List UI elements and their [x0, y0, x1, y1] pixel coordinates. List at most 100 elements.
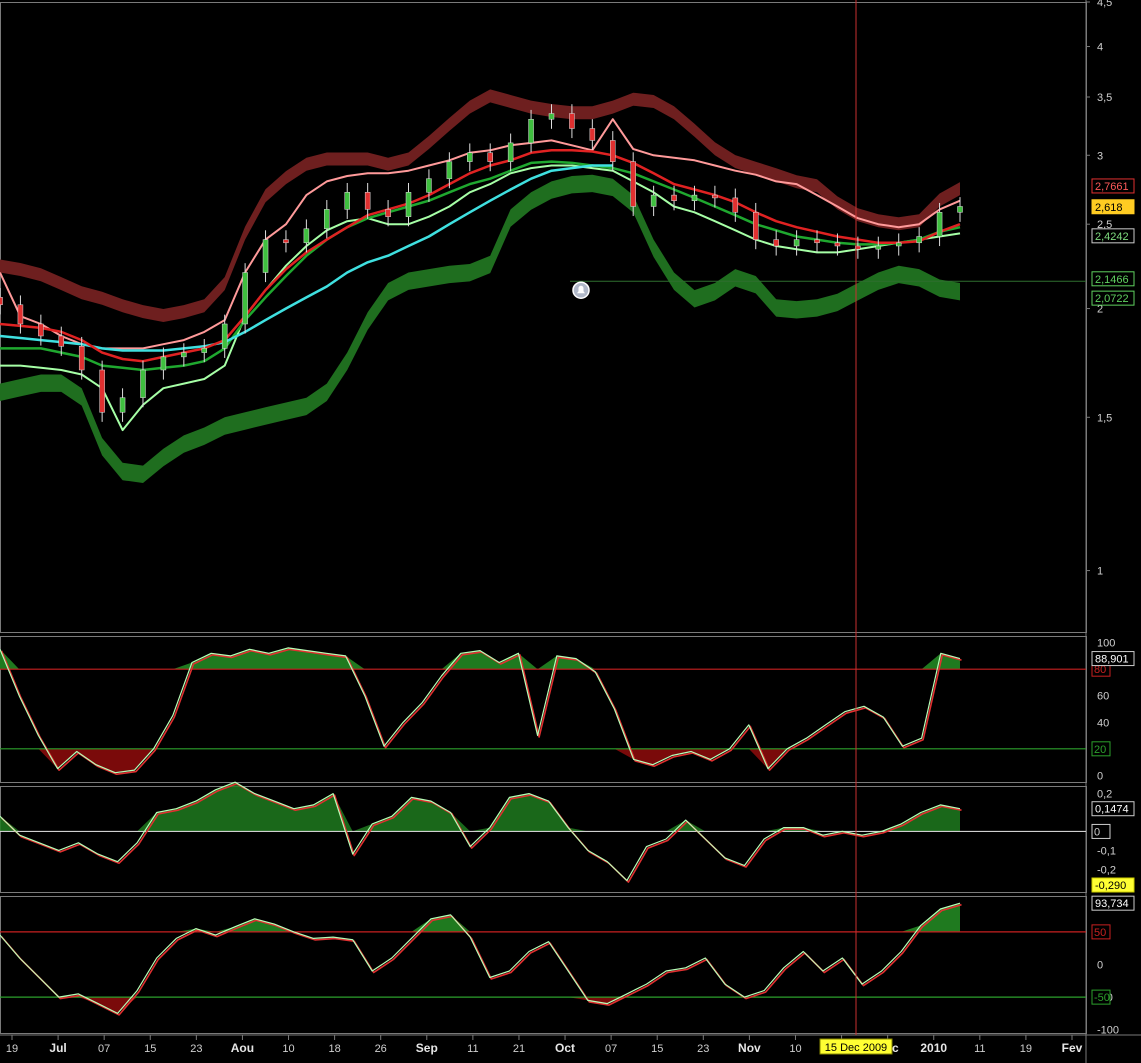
price-label-text: 2,0722	[1095, 293, 1129, 305]
candle-body	[242, 272, 248, 325]
time-tick-label: 15	[144, 1043, 156, 1055]
time-tick-label: 26	[375, 1043, 387, 1055]
candle-body	[691, 194, 698, 201]
candle-body	[957, 206, 963, 213]
price-tick-label: 4	[1097, 42, 1103, 54]
price-label-text: 2,1466	[1095, 274, 1129, 286]
time-tick-label: 19	[1020, 1043, 1032, 1055]
low-value-text: -0,290	[1095, 880, 1126, 892]
candle-body	[916, 236, 922, 244]
trading-chart[interactable]: 4,543,532,521,5110060400802088,9010,20-0…	[0, 0, 1141, 1063]
candle-body	[936, 212, 943, 237]
time-tick-label: 23	[190, 1043, 202, 1055]
price-label-text: 2,7661	[1095, 181, 1129, 193]
candle-body	[793, 239, 800, 247]
osc-tick-label: 0	[1097, 960, 1103, 972]
osc-tick-label: 60	[1097, 691, 1109, 703]
candle-body	[446, 161, 453, 179]
time-tick-label: Fev	[1062, 1041, 1083, 1055]
alert-bell-icon[interactable]	[572, 281, 590, 299]
candle-body	[752, 212, 759, 240]
osc-tick-label: -0,1	[1097, 845, 1116, 857]
level-badge-text: 50	[1094, 927, 1106, 939]
candle-body	[344, 192, 350, 210]
candle-body	[99, 369, 105, 413]
time-tick-label: 10	[282, 1043, 294, 1055]
osc-tick-label: -100	[1097, 1025, 1119, 1037]
osc-tick-label: 0	[1097, 770, 1103, 782]
candle-body	[38, 323, 44, 337]
osc-tick-label: 100	[1097, 638, 1115, 650]
candle-body	[201, 348, 208, 353]
candle-body	[814, 239, 820, 244]
time-tick-label: 15	[651, 1043, 663, 1055]
candle-body	[17, 304, 24, 325]
price-tick-label: 1	[1097, 566, 1103, 578]
candle-body	[58, 335, 65, 347]
osc-tick-label: 40	[1097, 717, 1109, 729]
candle-body	[569, 113, 575, 129]
price-label-text: 2,4242	[1095, 231, 1129, 243]
candle-body	[78, 346, 85, 371]
level-badge-text: 0	[1094, 826, 1100, 838]
price-tick-label: 3	[1097, 150, 1103, 162]
candle-body	[875, 245, 882, 250]
price-label-text: 2,618	[1095, 202, 1123, 214]
osc-tick-label: -0,2	[1097, 864, 1116, 876]
chart-background	[0, 0, 1141, 1063]
candle-body	[426, 178, 432, 193]
price-tick-label: 4,5	[1097, 0, 1112, 9]
current-value-text: 88,901	[1095, 654, 1129, 666]
candle-body	[0, 297, 3, 306]
candle[interactable]	[242, 263, 248, 334]
time-tick-label: Aou	[231, 1041, 254, 1055]
candle-body	[630, 161, 636, 207]
price-tick-label: 3,5	[1097, 92, 1112, 104]
time-tick-label: 19	[6, 1043, 18, 1055]
candle-body	[405, 192, 412, 217]
time-tick-label: 07	[605, 1043, 617, 1055]
candle-body	[732, 197, 739, 213]
time-tick-label: 10	[789, 1043, 801, 1055]
time-tick-label: 11	[467, 1043, 478, 1055]
current-value-text: 93,734	[1095, 898, 1129, 910]
candle-body	[467, 152, 473, 162]
candle-body	[324, 209, 330, 230]
candle-body	[650, 194, 657, 207]
candle-body	[487, 152, 493, 162]
time-tick-label: 07	[98, 1043, 110, 1055]
candle-body	[303, 228, 310, 244]
time-tick-label: Nov	[738, 1041, 761, 1055]
time-tick-label: 21	[513, 1043, 525, 1055]
candle-body	[507, 142, 514, 162]
time-tick-label: 23	[697, 1043, 709, 1055]
candle-body	[140, 369, 146, 398]
candle-body	[119, 397, 126, 413]
time-tick-label: Sep	[416, 1041, 438, 1055]
time-tick-label: Jul	[49, 1041, 66, 1055]
current-value-text: 0,1474	[1095, 804, 1129, 816]
candle-body	[364, 192, 371, 210]
candle-body	[773, 239, 779, 247]
time-tick-label: Oct	[555, 1041, 575, 1055]
price-tick-label: 1,5	[1097, 412, 1112, 424]
time-tick-label: 18	[328, 1043, 340, 1055]
level-badge-text: 20	[1094, 744, 1106, 756]
candle-body	[895, 242, 902, 247]
osc-tick-label: 0,2	[1097, 789, 1112, 801]
candle-body	[610, 140, 616, 162]
level-badge-text: -50	[1094, 992, 1110, 1004]
candle[interactable]	[630, 152, 636, 217]
cursor-date-text: 15 Dec 2009	[825, 1042, 887, 1054]
candle-body	[712, 194, 718, 199]
candle-body	[671, 194, 677, 201]
candle-body	[160, 356, 167, 371]
candle-body	[221, 323, 228, 349]
time-tick-label: 11	[974, 1043, 985, 1055]
candle-body	[262, 239, 269, 273]
candle-body	[548, 113, 555, 120]
candle-body	[181, 352, 187, 358]
candle-body	[283, 239, 289, 244]
candle-body	[528, 118, 534, 144]
candle-body	[385, 209, 391, 217]
